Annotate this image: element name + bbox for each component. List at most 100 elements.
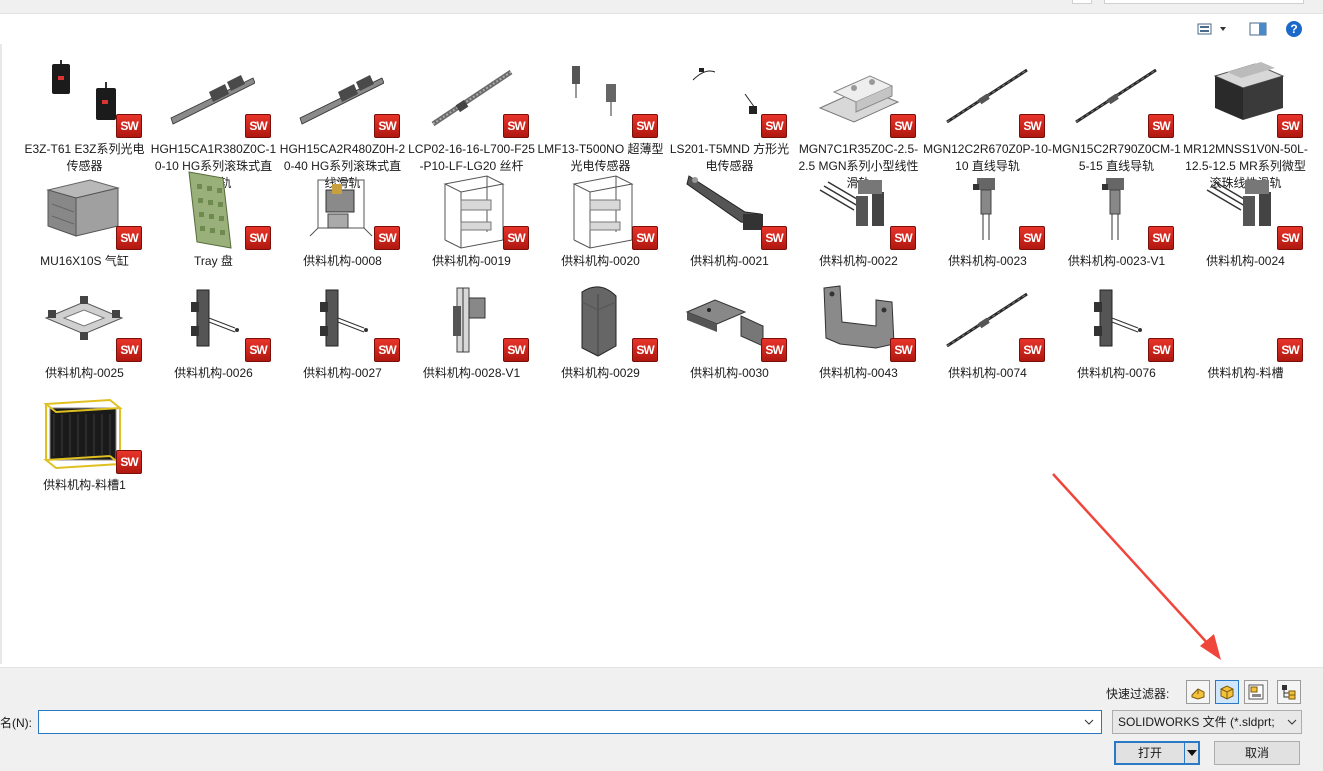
cancel-button[interactable]: 取消 — [1214, 741, 1300, 765]
quick-filter-label: 快速过滤器: — [1106, 687, 1170, 701]
file-tile[interactable]: SW MGN12C2R670Z0P-10-10 直线导轨 — [923, 58, 1052, 173]
file-grid: SW E3Z-T61 E3Z系列光电传感器 SW HGH15CA1R380Z0C-10… — [20, 58, 1320, 658]
file-thumbnail — [169, 170, 255, 250]
address-bar-strip — [0, 0, 1323, 14]
file-tile[interactable]: SWMGN7C1R35Z0C-2.5-2.5 MGN系列小型线性滑轨 — [794, 58, 923, 190]
filter-parts-icon — [1191, 688, 1205, 700]
file-thumbnail — [943, 58, 1029, 138]
file-thumbnail — [298, 170, 384, 250]
file-thumbnail — [556, 58, 642, 138]
file-name: 供料机构-0019 — [432, 254, 511, 268]
view-options-button[interactable] — [1192, 19, 1236, 39]
file-tile[interactable]: SW 供料机构-0025 — [20, 282, 149, 392]
solidworks-file-icon: SW — [1277, 226, 1303, 250]
file-name: 供料机构-0026 — [174, 366, 253, 380]
file-tile[interactable]: SW MU16X10S 气缸 — [20, 170, 149, 280]
file-thumbnail — [556, 282, 642, 362]
file-thumbnail — [427, 170, 513, 250]
file-name: 供料机构-0030 — [690, 366, 769, 380]
solidworks-file-icon: SW — [632, 114, 658, 138]
solidworks-file-icon: SW — [374, 226, 400, 250]
file-tile[interactable]: SW 供料机构-料槽1 — [20, 394, 149, 504]
file-tile[interactable]: SW E3Z-T61 E3Z系列光电传感器 — [20, 58, 149, 173]
open-button[interactable]: 打开 — [1116, 743, 1184, 763]
filter-assemblies-button[interactable] — [1215, 680, 1239, 704]
file-tile[interactable]: SW 供料机构-0008 — [278, 170, 407, 280]
file-name: 供料机构-0029 — [561, 366, 640, 380]
solidworks-file-icon: SW — [632, 338, 658, 362]
file-tile[interactable]: SW 供料机构-0023 — [923, 170, 1052, 280]
file-thumbnail — [427, 282, 513, 362]
file-tile[interactable]: SW 供料机构-0024 — [1181, 170, 1310, 280]
filter-assemblies-icon — [1220, 685, 1234, 700]
file-name: 供料机构-0074 — [948, 366, 1027, 380]
file-tile[interactable]: SW 供料机构-0029 — [536, 282, 665, 392]
filter-top-level-assemblies-button[interactable] — [1277, 680, 1301, 704]
file-tile[interactable]: SW LMF13-T500NO 超薄型光电传感器 — [536, 58, 665, 173]
file-tile[interactable]: SW 供料机构-0027 — [278, 282, 407, 392]
address-dropdown[interactable] — [1072, 0, 1092, 4]
file-tile[interactable]: SW 供料机构-0021 — [665, 170, 794, 280]
solidworks-file-icon: SW — [374, 114, 400, 138]
file-thumbnail — [943, 170, 1029, 250]
solidworks-file-icon: SW — [1019, 114, 1045, 138]
file-thumbnail — [814, 282, 900, 362]
file-tile[interactable]: SW 供料机构-0030 — [665, 282, 794, 392]
file-tile[interactable]: SW 供料机构-0022 — [794, 170, 923, 280]
file-tile[interactable]: SW Tray 盘 — [149, 170, 278, 280]
solidworks-file-icon: SW — [761, 114, 787, 138]
preview-pane-button[interactable] — [1247, 19, 1269, 39]
file-thumbnail — [1201, 282, 1287, 362]
file-tile[interactable]: SW 供料机构-0023-V1 — [1052, 170, 1181, 280]
solidworks-file-icon: SW — [890, 114, 916, 138]
solidworks-file-icon: SW — [761, 338, 787, 362]
open-options-dropdown[interactable] — [1184, 743, 1198, 763]
file-tile[interactable]: SW 供料机构-0028-V1 — [407, 282, 536, 392]
file-thumbnail — [40, 170, 126, 250]
file-tile[interactable]: SW LS201-T5MND 方形光电传感器 — [665, 58, 794, 173]
filename-input[interactable] — [38, 710, 1102, 734]
help-button[interactable]: ? — [1283, 19, 1305, 39]
file-tile[interactable]: SWMR12MNSS1V0N-50L-12.5-12.5 MR系列微型滚珠线性滑… — [1181, 58, 1310, 190]
file-name: 供料机构-0022 — [819, 254, 898, 268]
filter-drawings-button[interactable] — [1244, 680, 1268, 704]
search-input[interactable] — [1104, 0, 1304, 4]
file-open-dialog: ? SW E3Z-T61 E3Z系列光电传感器 SW HGH15CA1R380Z0C-… — [0, 0, 1323, 771]
file-thumbnail — [40, 282, 126, 362]
svg-text:?: ? — [1290, 22, 1297, 36]
solidworks-file-icon: SW — [1277, 114, 1303, 138]
file-tile[interactable]: SW 供料机构-0074 — [923, 282, 1052, 392]
filter-top-level-assemblies-icon — [1282, 685, 1296, 700]
solidworks-file-icon: SW — [1019, 226, 1045, 250]
solidworks-file-icon: SW — [1148, 114, 1174, 138]
caret-down-icon — [1186, 750, 1197, 756]
file-tile[interactable]: SW MGN15C2R790Z0CM-15-15 直线导轨 — [1052, 58, 1181, 173]
filter-parts-button[interactable] — [1186, 680, 1210, 704]
file-thumbnail — [1201, 170, 1287, 250]
file-thumbnail — [556, 170, 642, 250]
solidworks-file-icon: SW — [503, 338, 529, 362]
file-type-select[interactable]: SOLIDWORKS 文件 (*.sldprt; — [1112, 710, 1302, 734]
file-tile[interactable]: SW LCP02-16-16-L700-F25-P10-LF-LG20 丝杆 — [407, 58, 536, 173]
file-tile[interactable]: SWHGH15CA1R380Z0C-10-10 HG系列滚珠式直线滑轨 — [149, 58, 278, 190]
file-tile[interactable]: SW 供料机构-0076 — [1052, 282, 1181, 392]
file-thumbnail — [298, 58, 384, 138]
file-tile[interactable]: SW 供料机构-0026 — [149, 282, 278, 392]
file-tile[interactable]: SW 供料机构-0020 — [536, 170, 665, 280]
file-thumbnail — [1072, 170, 1158, 250]
solidworks-file-icon: SW — [890, 338, 916, 362]
file-name: 供料机构-料槽 — [1207, 366, 1284, 380]
dialog-footer: 快速过滤器: 名(N): SOLIDWORKS 文件 (*.sldprt; 打开… — [0, 667, 1323, 771]
solidworks-file-icon: SW — [890, 226, 916, 250]
help-icon: ? — [1286, 21, 1302, 37]
file-tile[interactable]: SW 供料机构-0019 — [407, 170, 536, 280]
solidworks-file-icon: SW — [374, 338, 400, 362]
file-tile[interactable]: SW HGH15CA2R480Z0H-20-40 HG系列滚珠式直线滑轨 — [278, 58, 407, 190]
file-name: 供料机构-0023 — [948, 254, 1027, 268]
view-toolbar: ? — [0, 14, 1323, 44]
file-tile[interactable]: SW 供料机构-料槽 — [1181, 282, 1310, 392]
file-name: 供料机构-0020 — [561, 254, 640, 268]
filename-history-dropdown[interactable] — [1080, 714, 1098, 730]
file-tile[interactable]: SW 供料机构-0043 — [794, 282, 923, 392]
file-name: 供料机构-0024 — [1206, 254, 1285, 268]
